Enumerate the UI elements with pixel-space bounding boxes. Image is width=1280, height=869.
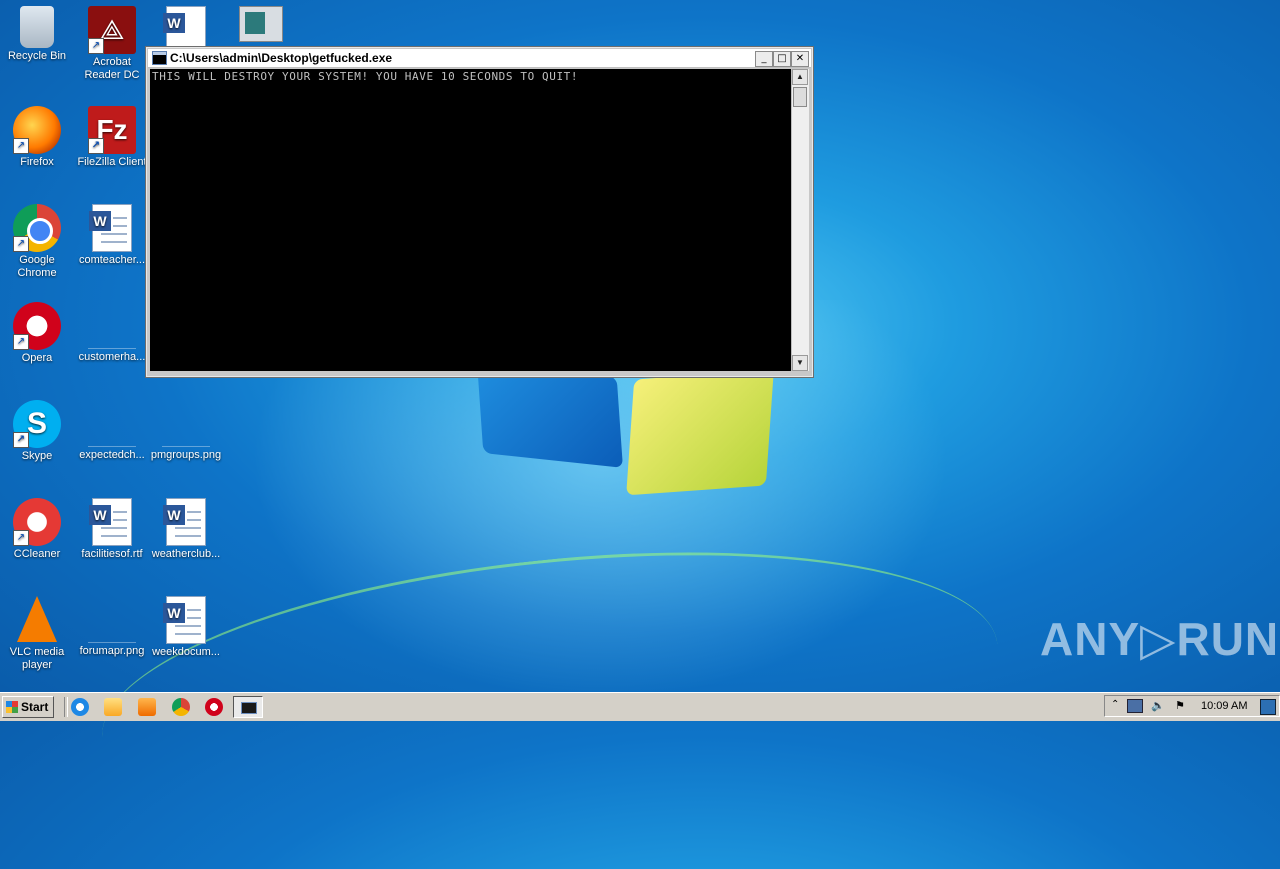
media-player-icon[interactable]: [138, 698, 156, 716]
scroll-up-button[interactable]: ▲: [792, 69, 808, 85]
desktop-icon-firefox[interactable]: ↗ Firefox: [0, 106, 74, 169]
file-explorer-icon[interactable]: [104, 698, 122, 716]
taskbar-console-button[interactable]: [233, 696, 263, 718]
desktop-icon-label: VLC media player: [9, 646, 65, 671]
opera-taskbar-icon[interactable]: [205, 698, 223, 716]
console-titlebar[interactable]: C:\Users\admin\Desktop\getfucked.exe _ □…: [148, 49, 811, 68]
desktop-icon-weekdocum[interactable]: W weekdocum...: [149, 596, 223, 659]
volume-icon[interactable]: 🔈: [1151, 699, 1165, 712]
console-output-text: THIS WILL DESTROY YOUR SYSTEM! YOU HAVE …: [152, 70, 579, 83]
desktop-icon-label: comteacher...: [78, 254, 146, 266]
console-scrollbar[interactable]: ▲ ▼: [791, 69, 809, 371]
desktop-icon-label: FileZilla Client: [77, 156, 147, 168]
desktop-icon-ccleaner[interactable]: ↗ CCleaner: [0, 498, 74, 561]
tray-expand-icon[interactable]: ⌃: [1111, 699, 1119, 710]
desktop-icon-comteacher[interactable]: W comteacher...: [75, 204, 149, 267]
clock[interactable]: 10:09 AM: [1201, 700, 1247, 712]
desktop-icon-opera[interactable]: ↗ Opera: [0, 302, 74, 365]
blank-file-icon: [88, 424, 136, 447]
desktop-icon-label: Opera: [21, 352, 53, 364]
internet-explorer-icon[interactable]: [71, 698, 89, 716]
desktop-icon-label: Acrobat Reader DC: [84, 56, 140, 81]
opera-icon: ↗: [13, 302, 61, 350]
scroll-down-button[interactable]: ▼: [792, 355, 808, 371]
desktop-icon-acrobat[interactable]: ⟁ ↗ Acrobat Reader DC: [75, 6, 149, 82]
word-doc-icon: W: [89, 204, 132, 252]
quicklaunch-separator: [64, 697, 68, 717]
console-title: C:\Users\admin\Desktop\getfucked.exe: [170, 51, 393, 65]
windows-logo: [477, 362, 780, 510]
chrome-icon: ↗: [13, 204, 61, 252]
desktop-icon-label: weekdocum...: [152, 646, 220, 658]
shortcut-arrow-icon: ↗: [88, 138, 104, 154]
desktop-icon-vlc[interactable]: VLC media player: [0, 596, 74, 672]
word-doc-icon: W: [163, 498, 206, 546]
ccleaner-icon: ↗: [13, 498, 61, 546]
image-file-icon: [239, 6, 283, 42]
desktop-icon-skype[interactable]: S ↗ Skype: [0, 400, 74, 463]
shortcut-arrow-icon: ↗: [13, 138, 29, 154]
system-tray: ⌃ 🔈 ⚑ 10:09 AM: [1104, 695, 1280, 717]
desktop-icon-expectedch[interactable]: expectedch...: [75, 400, 149, 462]
close-button[interactable]: ✕: [791, 51, 809, 67]
console-window[interactable]: C:\Users\admin\Desktop\getfucked.exe _ □…: [145, 46, 814, 378]
word-doc-icon: W: [163, 596, 206, 644]
chrome-taskbar-icon[interactable]: [172, 698, 190, 716]
desktop-icon-facilitiesof[interactable]: W facilitiesof.rtf: [75, 498, 149, 561]
desktop-icon-forumapr[interactable]: forumapr.png: [75, 596, 149, 658]
filezilla-icon: Fz ↗: [88, 106, 136, 154]
shortcut-arrow-icon: ↗: [13, 530, 29, 546]
shortcut-arrow-icon: ↗: [13, 432, 29, 448]
desktop-icon-label: forumapr.png: [79, 645, 145, 657]
action-center-flag-icon[interactable]: ⚑: [1175, 699, 1185, 712]
vlc-icon: [17, 596, 57, 642]
desktop-icon-label: Firefox: [20, 156, 54, 168]
desktop-icon-label: Google Chrome: [17, 254, 57, 279]
console-app-icon: [152, 51, 167, 65]
anyrun-watermark: ANY▷RUN: [1040, 613, 1280, 665]
desktop-icon-filezilla[interactable]: Fz ↗ FileZilla Client: [75, 106, 149, 169]
network-icon[interactable]: [1127, 699, 1143, 713]
maximize-button[interactable]: □: [773, 51, 791, 67]
shortcut-arrow-icon: ↗: [13, 236, 29, 252]
blank-file-icon: [88, 620, 136, 643]
show-desktop-button[interactable]: [1260, 699, 1276, 715]
desktop-icon-label: Skype: [21, 450, 53, 462]
blank-file-icon: [88, 326, 136, 349]
logo-pane-yellow: [626, 369, 774, 496]
desktop-icon-chrome[interactable]: ↗ Google Chrome: [0, 204, 74, 280]
word-doc-icon: W: [89, 498, 132, 546]
start-label: Start: [21, 700, 49, 714]
minimize-button[interactable]: _: [755, 51, 773, 67]
shortcut-arrow-icon: ↗: [13, 334, 29, 350]
desktop-icon-label: Recycle Bin: [7, 50, 67, 62]
scroll-thumb[interactable]: [793, 87, 807, 107]
desktop-icon-label: expectedch...: [79, 449, 145, 461]
recycle-bin-icon: [20, 6, 54, 48]
blank-file-icon: [162, 424, 210, 447]
console-output-area[interactable]: THIS WILL DESTROY YOUR SYSTEM! YOU HAVE …: [150, 69, 791, 371]
desktop-icon-label: customerha...: [78, 351, 146, 363]
desktop-icon-customerha[interactable]: customerha...: [75, 302, 149, 364]
firefox-icon: ↗: [13, 106, 61, 154]
desktop-icon-label: CCleaner: [13, 548, 61, 560]
desktop-icon-pmgroups[interactable]: pmgroups.png: [149, 400, 223, 462]
desktop-icon-label: pmgroups.png: [150, 449, 222, 461]
start-button[interactable]: Start: [2, 696, 54, 718]
desktop-icon-image-top[interactable]: [224, 6, 298, 44]
taskbar: Start ⌃ 🔈 ⚑ 10:09 AM: [0, 692, 1280, 721]
skype-icon: S ↗: [13, 400, 61, 448]
windows-flag-icon: [6, 701, 18, 713]
acrobat-icon: ⟁ ↗: [88, 6, 136, 54]
desktop-icon-weatherclub[interactable]: W weatherclub...: [149, 498, 223, 561]
desktop-icon-recycle-bin[interactable]: Recycle Bin: [0, 6, 74, 63]
desktop-icon-label: facilitiesof.rtf: [81, 548, 143, 560]
shortcut-arrow-icon: ↗: [88, 38, 104, 54]
desktop-icon-label: weatherclub...: [151, 548, 221, 560]
